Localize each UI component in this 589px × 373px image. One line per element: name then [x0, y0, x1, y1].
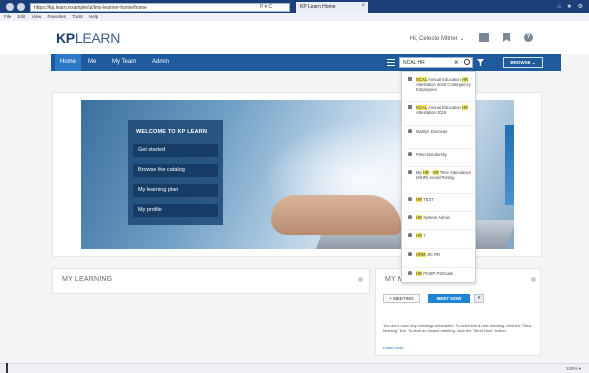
suggestion-fragment: TEST	[422, 197, 434, 202]
user-menu[interactable]: Hi, Celeste Mitner ⌄	[410, 35, 464, 42]
more-options-button[interactable]: ▾	[474, 294, 484, 303]
tab-home[interactable]: Home	[55, 54, 82, 71]
suggestion-text: Marilyn Donovan	[416, 129, 474, 134]
browser-nav-buttons	[6, 3, 25, 11]
help-icon[interactable]: ?	[524, 33, 533, 42]
document-icon	[408, 77, 412, 81]
zoom-level[interactable]: 100% ▾	[566, 366, 581, 372]
tab-my-team[interactable]: My Team	[107, 54, 141, 71]
divider	[404, 248, 475, 249]
kp-learn-logo[interactable]: KPLEARN	[56, 30, 120, 46]
highlighted-match: HRM	[416, 252, 426, 257]
back-icon[interactable]	[6, 3, 14, 11]
settings-icon[interactable]	[358, 277, 363, 282]
menu-item-file[interactable]: File	[4, 14, 11, 19]
browser-right-icons[interactable]: ⌂ ★ ⚙	[557, 3, 585, 10]
bookmark-icon[interactable]	[503, 33, 510, 42]
person-icon	[408, 129, 412, 133]
mail-icon[interactable]	[479, 33, 489, 42]
welcome-panel: WELCOME TO KP LEARN Get started Browse t…	[128, 120, 223, 225]
address-bar[interactable]: https://kp.learn.example/ui/lms-learner-…	[30, 3, 290, 12]
suggestion-text: HR TEST	[416, 197, 474, 202]
learning-plan-button[interactable]: My learning plan	[133, 184, 218, 197]
hero-side-image	[505, 125, 514, 205]
my-profile-button[interactable]: My profile	[133, 204, 218, 217]
my-learning-card: MY LEARNING	[52, 268, 370, 294]
hamburger-icon[interactable]	[387, 59, 395, 66]
screen: https://kp.learn.example/ui/lms-learner-…	[0, 0, 589, 373]
get-started-button[interactable]: Get started	[133, 144, 218, 157]
meet-now-button[interactable]: MEET NOW	[428, 294, 470, 303]
logo-light: LEARN	[74, 30, 121, 46]
hero-hand-image	[271, 195, 401, 235]
suggestion-text: HRM JIC RR	[416, 252, 474, 257]
divider	[404, 125, 475, 126]
menu-item-tools[interactable]: Tools	[72, 14, 83, 19]
divider	[404, 148, 475, 149]
person-icon	[408, 197, 412, 201]
suggestion-text: NCAL Annual Education HR Attestation 201…	[416, 105, 474, 115]
suggestion-fragment: Marilyn Donovan	[416, 129, 448, 134]
suggestion-text: NCAL Annual Education HR Attestation 201…	[416, 77, 474, 92]
divider	[404, 267, 475, 268]
search-icon[interactable]	[464, 59, 470, 65]
tab-me[interactable]: Me	[83, 54, 101, 71]
meetings-empty-text: You don't have any meetings scheduled. T…	[383, 323, 532, 334]
learn-more-link[interactable]: Learn more	[383, 345, 403, 350]
person-icon	[408, 215, 412, 219]
suggestion-fragment: Attestation 2019	[416, 110, 447, 115]
tab-admin[interactable]: Admin	[147, 54, 174, 71]
forward-icon[interactable]	[17, 3, 25, 11]
filter-icon[interactable]	[477, 59, 484, 66]
suggestion-fragment: System Admin	[422, 215, 450, 220]
browser-menubar: File Edit View Favorites Tools Help	[0, 13, 589, 21]
suggestion-text: HR System Admin	[416, 215, 474, 220]
person-icon	[408, 233, 412, 237]
divider	[404, 229, 475, 230]
browser-tab[interactable]: KP Learn Home ×	[296, 2, 368, 13]
menu-item-edit[interactable]: Edit	[18, 14, 26, 19]
suggestion-text: HR PCMP PSGoals	[416, 271, 474, 276]
suggestion-text: HR 7	[416, 233, 474, 238]
divider	[404, 211, 475, 212]
menu-item-view[interactable]: View	[32, 14, 42, 19]
new-meeting-button[interactable]: + MEETING	[383, 294, 420, 303]
person-icon	[408, 252, 412, 256]
logo-bold: KP	[56, 30, 75, 46]
clear-search-icon[interactable]: ×	[454, 57, 459, 68]
search-input[interactable]: NCAL HR	[399, 57, 473, 68]
tab-title: KP Learn Home	[300, 4, 336, 10]
welcome-title: WELCOME TO KP LEARN	[136, 129, 208, 135]
divider	[404, 193, 475, 194]
suggestion-fragment: 7	[422, 233, 426, 238]
suggestion-fragment: Attestation 2019 Contingency Employees	[416, 82, 471, 92]
person-icon	[408, 152, 412, 156]
address-tools[interactable]: P ▾ C	[260, 4, 272, 10]
app-header: KPLEARN Hi, Celeste Mitner ⌄ ?	[0, 21, 589, 54]
search-suggestions: NCAL Annual Education HR Attestation 201…	[401, 71, 476, 283]
highlighted-match: HR	[461, 105, 469, 110]
main-nav: Home Me My Team Admin NCAL HR × BROWSE ⌄	[51, 54, 561, 71]
divider	[404, 166, 475, 167]
suggestion-fragment: JIC RR	[425, 252, 441, 257]
menu-item-help[interactable]: Help	[89, 14, 98, 19]
person-icon	[408, 170, 412, 174]
suggestion-fragment: PCMP PSGoals	[422, 271, 453, 276]
document-icon	[408, 105, 412, 109]
menu-item-favorites[interactable]: Favorites	[48, 14, 67, 19]
divider	[404, 101, 475, 102]
browse-catalog-button[interactable]: Browse the catalog	[133, 164, 218, 177]
browse-button[interactable]: BROWSE ⌄	[503, 57, 543, 68]
suggestion-text: Peter Bondorsky	[416, 152, 474, 157]
close-icon[interactable]: ×	[361, 3, 365, 9]
window-edge	[6, 363, 8, 373]
my-learning-title: MY LEARNING	[62, 276, 113, 283]
suggestion-fragment: Peter Bondorsky	[416, 152, 447, 157]
suggestion-text: My HR - HR Time Attendance (MHR) Acute/T…	[416, 170, 474, 180]
settings-icon[interactable]	[531, 277, 536, 282]
status-bar: 100% ▾	[0, 363, 589, 373]
person-icon	[408, 271, 412, 275]
